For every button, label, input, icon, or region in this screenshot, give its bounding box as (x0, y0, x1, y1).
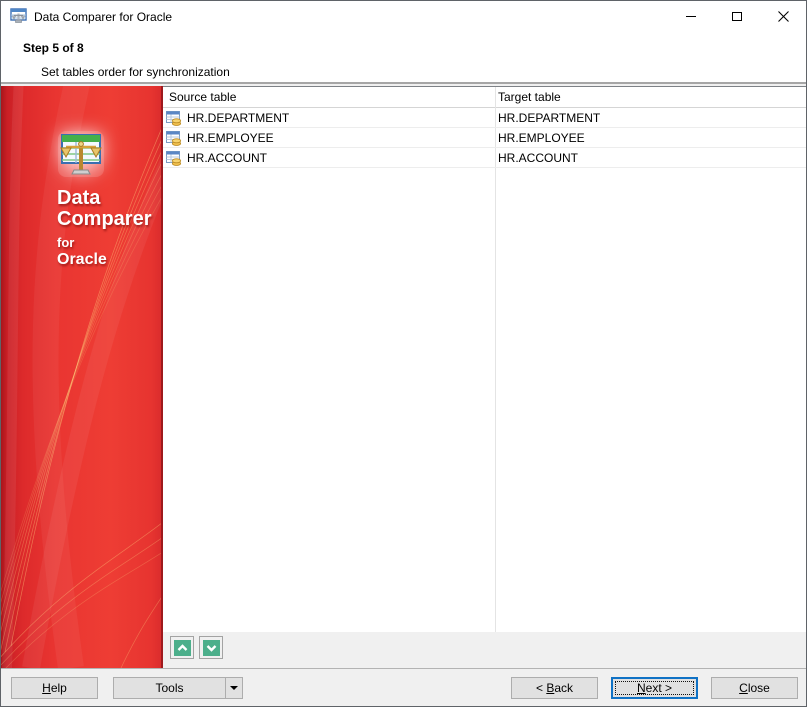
brand-text: Data Comparer for Oracle (57, 188, 151, 268)
table-row[interactable]: HR.ACCOUNT HR.ACCOUNT (163, 148, 806, 168)
wizard-window: Data Comparer for Oracle Step 5 of 8 Set… (0, 0, 807, 707)
list-header-row: Source table Target table (163, 87, 806, 108)
close-icon (777, 11, 789, 22)
brand-line-comparer: Comparer (57, 208, 152, 230)
table-icon (166, 111, 182, 126)
titlebar: Data Comparer for Oracle (1, 1, 806, 32)
table-row[interactable]: HR.EMPLOYEE HR.EMPLOYEE (163, 128, 806, 148)
brand-line-oracle: Oracle (57, 250, 107, 268)
table-row[interactable]: HR.DEPARTMENT HR.DEPARTMENT (163, 108, 806, 128)
table-icon (166, 151, 182, 166)
tools-button[interactable]: Tools (113, 677, 243, 699)
tables-order-list: Source table Target table HR.DEPARTMENT … (163, 86, 806, 632)
maximize-icon (732, 12, 742, 21)
table-icon (166, 131, 182, 146)
close-button[interactable] (760, 1, 806, 32)
step-title: Step 5 of 8 (23, 41, 84, 55)
step-header: Step 5 of 8 Set tables order for synchro… (1, 32, 806, 84)
footer-bar: Help Tools < Back Next > Close (1, 668, 806, 706)
tools-button-label: Tools (155, 681, 184, 695)
close-wizard-button[interactable]: Close (711, 677, 798, 699)
column-header-source-table[interactable]: Source table (169, 90, 236, 104)
column-header-target-table[interactable]: Target table (498, 90, 561, 104)
minimize-button[interactable] (668, 1, 714, 32)
order-controls-strip (163, 632, 806, 668)
maximize-button[interactable] (714, 1, 760, 32)
brand-line-for: for (57, 235, 75, 250)
list-body: HR.DEPARTMENT HR.DEPARTMENT HR.EMPLOYEE … (163, 108, 806, 168)
back-button[interactable]: < Back (511, 677, 598, 699)
chevron-down-icon (202, 639, 220, 656)
window-controls (668, 1, 806, 32)
column-divider (495, 87, 496, 632)
target-table-cell: HR.DEPARTMENT (498, 111, 601, 125)
app-logo-icon (10, 8, 27, 23)
minimize-icon (686, 16, 696, 17)
move-down-button[interactable] (199, 636, 223, 659)
window-title: Data Comparer for Oracle (34, 9, 173, 24)
chevron-down-icon (230, 686, 238, 690)
step-subtitle: Set tables order for synchronization (41, 65, 230, 79)
tools-dropdown-button[interactable] (225, 678, 242, 698)
move-up-button[interactable] (170, 636, 194, 659)
table-with-scales-logo (58, 131, 104, 177)
brand-sidebar: Data Comparer for Oracle (1, 86, 163, 668)
brand-line-data: Data (57, 187, 101, 209)
source-table-cell: HR.ACCOUNT (187, 151, 267, 165)
next-button[interactable]: Next > (611, 677, 698, 699)
help-button[interactable]: Help (11, 677, 98, 699)
target-table-cell: HR.EMPLOYEE (498, 131, 585, 145)
chevron-up-icon (173, 639, 191, 656)
target-table-cell: HR.ACCOUNT (498, 151, 578, 165)
source-table-cell: HR.EMPLOYEE (187, 131, 274, 145)
source-table-cell: HR.DEPARTMENT (187, 111, 290, 125)
